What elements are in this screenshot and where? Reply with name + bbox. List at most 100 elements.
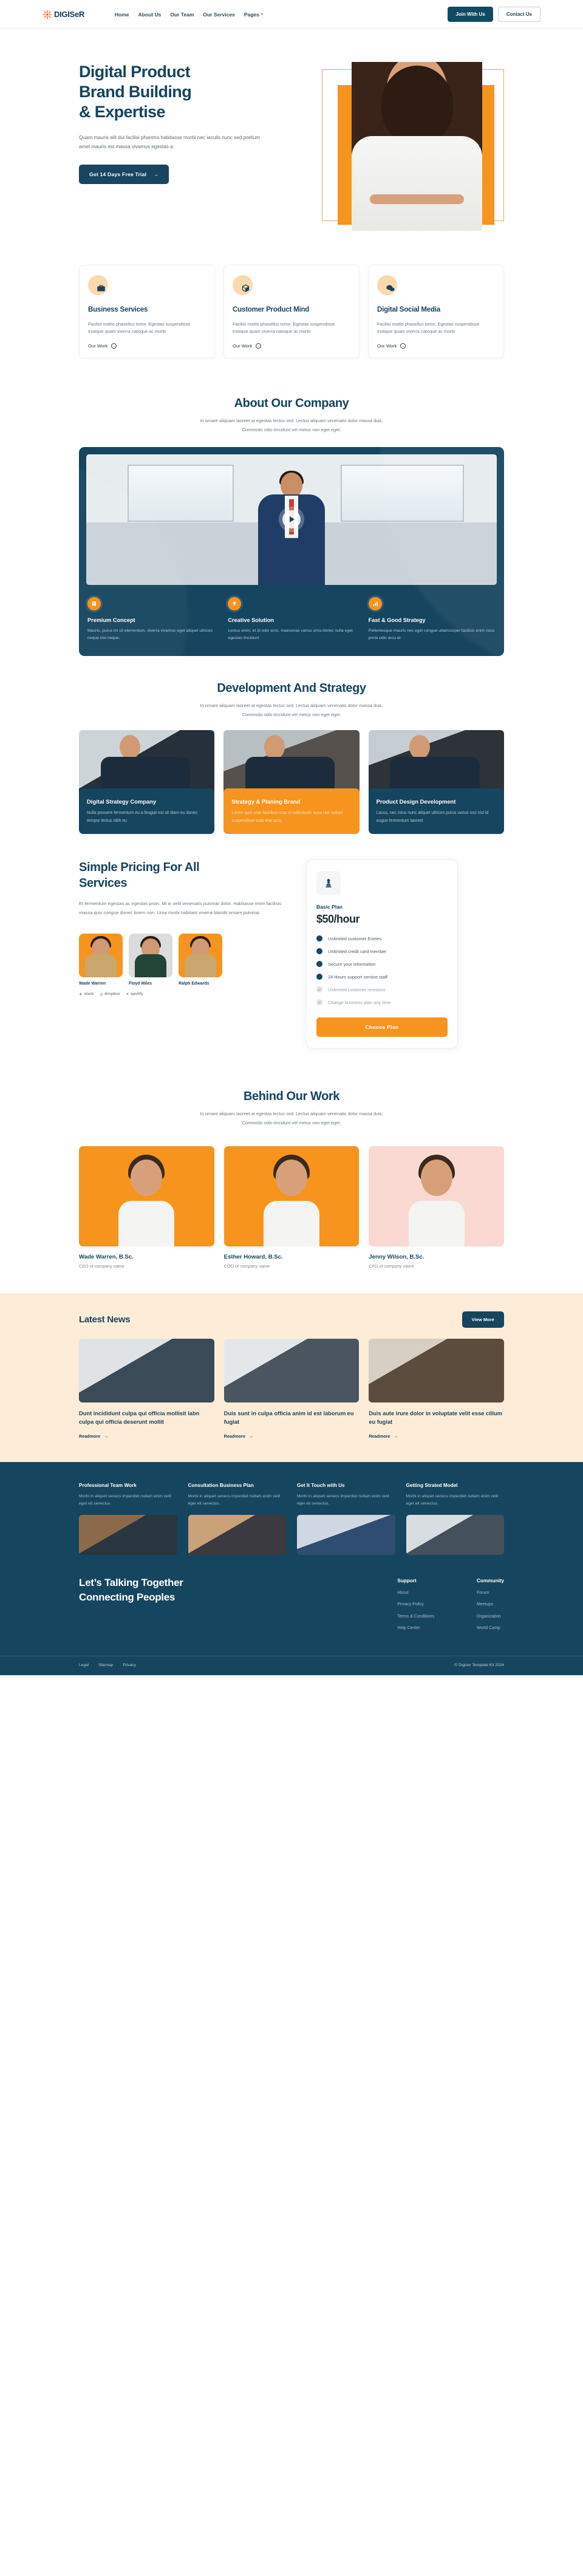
team-name: Wade Warren xyxy=(79,981,106,986)
footer-bottom-link-legal[interactable]: Legal xyxy=(79,1663,89,1667)
nav-label: Pages xyxy=(244,11,259,18)
behind-member-photo xyxy=(369,1146,505,1246)
footer-link-terms-conditions[interactable]: Terms & Conditions xyxy=(397,1614,434,1621)
logo-label: slack xyxy=(84,992,94,997)
about-video-card: Premium Concept Mauris, purus mi sit ele… xyxy=(79,446,504,656)
check-icon: ✓ xyxy=(316,935,322,942)
strategy-card-title: Product Design Development xyxy=(376,798,456,805)
footer-link-organization[interactable]: Organization xyxy=(477,1614,504,1621)
hero-portrait xyxy=(352,62,482,231)
news-image xyxy=(79,1338,214,1402)
service-title: Digital Social Media xyxy=(377,306,440,313)
footer-column-title: Professional Team Work xyxy=(79,1482,137,1488)
briefcase-icon xyxy=(97,284,106,295)
news-card[interactable]: Duis aute irure dolor in voluptate velit… xyxy=(369,1338,505,1439)
footer-link-forum[interactable]: Forum xyxy=(477,1590,504,1597)
news-card[interactable]: Duis sunt in culpa officia anim id est l… xyxy=(223,1338,360,1439)
footer-column-title: Getting Strated Model xyxy=(406,1482,458,1488)
brand-name: DIGISeR xyxy=(54,10,84,19)
video-thumbnail[interactable] xyxy=(86,454,497,585)
footer-column-getting-strated-model: Getting Strated Model Morbi in aliquet s… xyxy=(406,1482,504,1555)
footer-link-privacy-policy[interactable]: Privacy Policy xyxy=(397,1602,434,1608)
footer-column-desc: Morbi in aliquet senecs imperdiet nullam… xyxy=(79,1494,171,1506)
about-feature-fast-good-strategy: Fast & Good Strategy Pellentesque mauris… xyxy=(367,596,497,643)
choose-plan-button[interactable]: Choose Plan xyxy=(316,1017,448,1037)
service-description: Facilisi mattis phasellus tortor. Egesta… xyxy=(88,321,191,335)
plan-feature-label: Change business plan any time xyxy=(328,999,391,1005)
footer-link-help-center[interactable]: Help Center xyxy=(397,1625,434,1632)
behind-member-name: Wade Warren, B.Sc. xyxy=(79,1253,134,1260)
service-link-label: Our Work xyxy=(233,343,253,349)
view-more-button[interactable]: View More xyxy=(462,1311,504,1328)
join-with-us-button[interactable]: Join With Us xyxy=(448,7,493,22)
footer-bottom-link-privacy[interactable]: Privacy xyxy=(123,1663,136,1667)
nav-label: Our Services xyxy=(203,11,235,18)
plan-feature-label: Unlimited customer revisions xyxy=(328,986,386,992)
nav-item-home[interactable]: Home xyxy=(115,12,129,18)
hero-title-line-2: Brand Building xyxy=(79,82,192,101)
behind-member-wade-warren: Wade Warren, B.Sc. CEO of company name xyxy=(79,1146,214,1269)
news-readmore-link[interactable]: Readmore → xyxy=(369,1433,504,1439)
contact-us-button[interactable]: Contact Us xyxy=(497,7,540,22)
nav-item-about-us[interactable]: About Us xyxy=(138,12,162,18)
strategy-card-desc: Lacus, nec risus nunc aliquet ultrices p… xyxy=(376,811,489,823)
feature-title: Fast & Good Strategy xyxy=(368,617,426,623)
plan-feature: ✓ 24 Hours support service staff xyxy=(316,974,448,980)
team-name: Ralph Edwards xyxy=(179,981,210,986)
hero-title-line-1: Digital Product xyxy=(79,63,191,81)
behind-member-jenny-wilson: Jenny Wilson, B.Sc. CFO of company name xyxy=(369,1146,505,1269)
behind-title: Behind Our Work xyxy=(243,1090,340,1104)
behind-subtitle-line-2: Commodo odio tincidunt vel metus non ege… xyxy=(242,1120,341,1126)
team-name: Floyd Miles xyxy=(129,981,152,986)
chevron-down-icon: ▾ xyxy=(261,13,263,16)
chess-pawn-icon xyxy=(316,871,341,896)
free-trial-label: Get 14 Days Free Trial xyxy=(89,171,147,178)
service-card-customer-product-mind[interactable]: Customer Product Mind Facilisi mattis ph… xyxy=(223,265,360,359)
footer-link-world-camp[interactable]: World Camp xyxy=(477,1625,504,1632)
pricing-plan-card: Basic Plan $50/hour ✓ Unlimited customer … xyxy=(306,859,458,1049)
plan-feature-list: ✓ Unlimited customer Entries ✓ Unlimited c… xyxy=(316,935,448,1006)
footer-column-desc: Morbi in aliquet senecs imperdiet nullam… xyxy=(406,1494,499,1506)
nav-label: About Us xyxy=(138,11,162,18)
service-description: Facilisi mattis phasellus tortor. Egesta… xyxy=(377,321,480,335)
service-link-label: Our Work xyxy=(377,343,397,349)
pricing-section: Simple Pricing For All Services Et ferme… xyxy=(79,834,504,1067)
strategy-card-strategy-planing-brand[interactable]: Strategy & Planing Brand Lorem quis cras… xyxy=(223,730,360,835)
nav-item-our-team[interactable]: Our Team xyxy=(170,12,194,18)
spotify-logo-icon: ● spotify xyxy=(126,992,143,997)
strategy-subtitle-line-1: In ornare aliquam laoreet at egestas lec… xyxy=(200,702,383,708)
footer-bottom-link-sitemap[interactable]: Sitemap xyxy=(98,1663,113,1667)
brand-logo[interactable]: DIGISeR xyxy=(43,10,84,19)
service-link[interactable]: Our Work → xyxy=(88,343,206,349)
nav-item-pages[interactable]: Pages ▾ xyxy=(244,12,263,18)
arrow-right-icon: → xyxy=(394,1433,398,1439)
team-photo xyxy=(79,933,123,977)
footer-link-about[interactable]: About xyxy=(397,1590,434,1597)
plan-feature: ✓ Change business plan any time xyxy=(316,999,448,1006)
play-button-icon[interactable] xyxy=(282,510,301,529)
arrow-right-icon: → xyxy=(104,1433,109,1439)
primary-nav: Home About Us Our Team Our Services Page… xyxy=(115,12,263,18)
service-link[interactable]: Our Work → xyxy=(233,343,350,349)
arrow-right-icon: → xyxy=(248,1433,254,1439)
strategy-card-title: Digital Strategy Company xyxy=(87,798,157,805)
pricing-heading-line-1: Simple Pricing For All xyxy=(79,861,200,875)
service-card-digital-social-media[interactable]: Digital Social Media Facilisi mattis pha… xyxy=(368,265,504,359)
news-card-title: Duis aute irure dolor in voluptate velit… xyxy=(369,1410,502,1425)
news-readmore-link[interactable]: Readmore → xyxy=(79,1433,214,1439)
strategy-card-desc: Lorem quis cras faucibus cras in sollici… xyxy=(231,811,343,823)
nav-item-our-services[interactable]: Our Services xyxy=(203,12,234,18)
service-card-business-services[interactable]: Business Services Facilisi mattis phasel… xyxy=(79,265,215,359)
footer-column-consultation-business-plan: Consultation Business Plan Morbi in aliq… xyxy=(188,1483,286,1555)
footer-link-meetups[interactable]: Meetups xyxy=(477,1602,504,1608)
free-trial-button[interactable]: Get 14 Days Free Trial → xyxy=(79,165,169,185)
check-icon: ✓ xyxy=(316,961,322,968)
news-readmore-link[interactable]: Readmore → xyxy=(224,1433,360,1439)
hero-paragraph: Quam mauris elit dui facilisi pharetra h… xyxy=(79,134,261,149)
check-icon-disabled: ✓ xyxy=(316,999,322,1006)
service-link[interactable]: Our Work → xyxy=(377,343,495,349)
strategy-card-digital-strategy-company[interactable]: Digital Strategy Company Nulla posuere f… xyxy=(79,730,215,835)
news-card[interactable]: Dunt incididunt culpa qui officia mollis… xyxy=(79,1338,214,1439)
strategy-card-product-design-development[interactable]: Product Design Development Lacus, nec ri… xyxy=(368,730,504,835)
footer-brand-heading: Let’s Talking Together Connecting People… xyxy=(79,1576,261,1638)
